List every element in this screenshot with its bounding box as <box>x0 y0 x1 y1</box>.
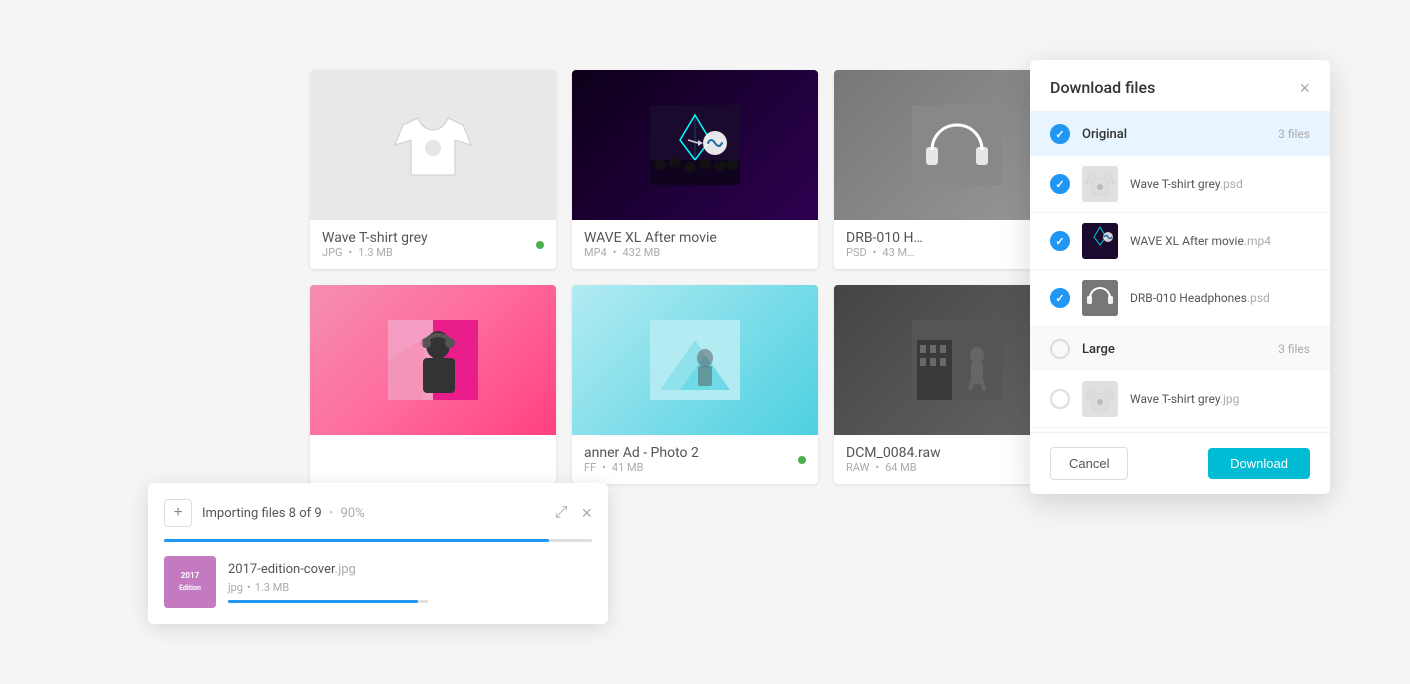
card-wave-xl: WAVE XL After movie MP4 • 432 MB <box>572 70 818 269</box>
section-original-label: Original <box>1082 127 1266 142</box>
card-title: anner Ad - Photo 2 <box>584 445 699 461</box>
card-thumb-girl <box>310 285 556 435</box>
section-original[interactable]: Original 3 files <box>1030 112 1330 156</box>
modal-body: Original 3 files Wave T-shirt grey.psd <box>1030 112 1330 432</box>
card-info <box>310 435 556 455</box>
import-progress-fill <box>164 539 549 542</box>
card-info: WAVE XL After movie MP4 • 432 MB <box>572 220 818 269</box>
modal-footer: Cancel Download <box>1030 432 1330 494</box>
section-large-count: 3 files <box>1278 342 1310 356</box>
import-title: Importing files 8 of 9 • 90% <box>202 506 541 521</box>
card-wave-tshirt: Wave T-shirt grey JPG • 1.3 MB <box>310 70 556 269</box>
card-meta: FF • 41 MB <box>584 461 699 474</box>
card-meta: PSD • 43 M… <box>846 246 923 259</box>
card-info: Wave T-shirt grey JPG • 1.3 MB <box>310 220 556 269</box>
file-checkbox-wave-mp4[interactable] <box>1050 231 1070 251</box>
card-meta: RAW • 64 MB <box>846 461 941 474</box>
file-name-tshirt-jpg: Wave T-shirt grey.jpg <box>1130 392 1310 406</box>
file-name-wave-mp4: WAVE XL After movie.mp4 <box>1130 234 1310 248</box>
file-row-drb-psd: DRB-010 Headphones.psd <box>1030 270 1330 327</box>
card-title: WAVE XL After movie <box>584 230 717 246</box>
section-original-count: 3 files <box>1278 127 1310 141</box>
import-file-info: 2017-edition-cover.jpg jpg • 1.3 MB <box>228 562 592 603</box>
file-name-drb-psd: DRB-010 Headphones.psd <box>1130 291 1310 305</box>
card-banner-ad: anner Ad - Photo 2 FF • 41 MB <box>572 285 818 484</box>
import-file-progress-track <box>228 600 428 603</box>
file-checkbox-drb-psd[interactable] <box>1050 288 1070 308</box>
file-checkbox-tshirt-psd[interactable] <box>1050 174 1070 194</box>
card-meta: JPG • 1.3 MB <box>322 246 428 259</box>
card-thumb-banner <box>572 285 818 435</box>
card-thumb-concert <box>572 70 818 220</box>
card-girl-headphones <box>310 285 556 484</box>
card-info: anner Ad - Photo 2 FF • 41 MB <box>572 435 818 484</box>
import-filemeta: jpg • 1.3 MB <box>228 581 592 594</box>
cancel-button[interactable]: Cancel <box>1050 447 1128 480</box>
file-thumb-tshirt-psd <box>1082 166 1118 202</box>
import-thumb: 2017 Edition <box>164 556 216 608</box>
svg-text:2017: 2017 <box>181 571 200 580</box>
card-thumb-tshirt <box>310 70 556 220</box>
card-meta: MP4 • 432 MB <box>584 246 717 259</box>
status-dot-green <box>536 241 544 249</box>
file-row-tshirt-psd: Wave T-shirt grey.psd <box>1030 156 1330 213</box>
import-file-row: 2017 Edition 2017-edition-cover.jpg jpg … <box>164 556 592 608</box>
section-large-label: Large <box>1082 342 1266 357</box>
modal-close-button[interactable]: × <box>1299 79 1310 97</box>
file-thumb-drb-psd <box>1082 280 1118 316</box>
modal-header: Download files × <box>1030 60 1330 112</box>
section-large[interactable]: Large 3 files <box>1030 327 1330 371</box>
import-progress-track <box>164 539 592 542</box>
file-thumb-tshirt-jpg <box>1082 381 1118 417</box>
file-thumb-wave-mp4 <box>1082 223 1118 259</box>
import-filename: 2017-edition-cover.jpg <box>228 562 592 577</box>
file-row-tshirt-jpg: Wave T-shirt grey.jpg <box>1030 371 1330 428</box>
import-close-button[interactable]: × <box>581 503 592 524</box>
download-button[interactable]: Download <box>1208 448 1310 479</box>
import-expand-button[interactable]: ⤢ <box>551 504 572 522</box>
card-title: DRB-010 H… <box>846 230 923 246</box>
download-modal: Download files × Original 3 files Wave T… <box>1030 60 1330 494</box>
file-row-wave-mp4: WAVE XL After movie.mp4 <box>1030 213 1330 270</box>
import-panel: + Importing files 8 of 9 • 90% ⤢ × 2017 <box>148 483 608 624</box>
section-large-checkbox[interactable] <box>1050 339 1070 359</box>
status-dot-green <box>798 456 806 464</box>
import-file-progress-fill <box>228 600 418 603</box>
modal-title: Download files <box>1050 78 1155 97</box>
import-add-button[interactable]: + <box>164 499 192 527</box>
separator: • <box>329 506 333 521</box>
svg-text:Edition: Edition <box>179 584 201 592</box>
card-title: DCM_0084.raw <box>846 445 941 461</box>
file-name-tshirt-psd: Wave T-shirt grey.psd <box>1130 177 1310 191</box>
import-header: + Importing files 8 of 9 • 90% ⤢ × <box>164 499 592 527</box>
file-checkbox-tshirt-jpg[interactable] <box>1050 389 1070 409</box>
section-original-checkbox[interactable] <box>1050 124 1070 144</box>
card-title: Wave T-shirt grey <box>322 230 428 246</box>
